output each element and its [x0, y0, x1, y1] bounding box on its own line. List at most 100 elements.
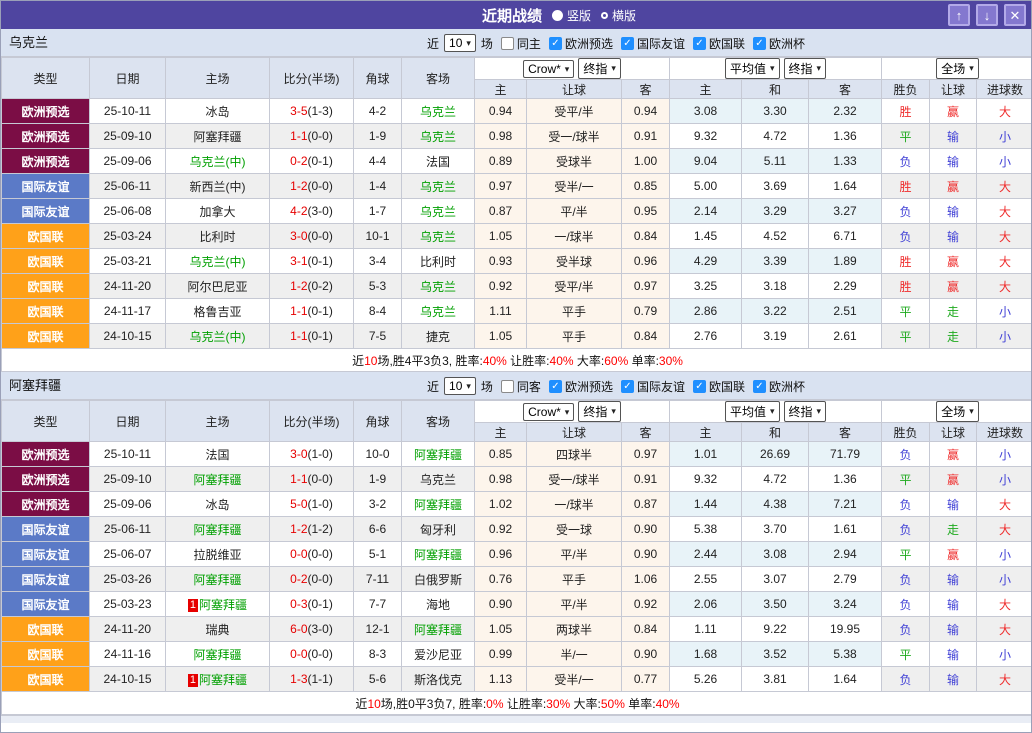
- home-team-cell: 乌克兰(中): [166, 249, 270, 274]
- away-team-name: 捷克: [426, 330, 450, 344]
- average-odds-cell: 5.26: [670, 667, 742, 692]
- odds-cell: 0.97: [622, 274, 670, 299]
- league-filter-checkbox[interactable]: ✓: [693, 37, 706, 50]
- league-filter-checkbox[interactable]: ✓: [549, 380, 562, 393]
- league-filter-checkbox[interactable]: ✓: [753, 380, 766, 393]
- league-filter-checkbox[interactable]: ✓: [693, 380, 706, 393]
- home-team-name: 乌克兰(中): [190, 155, 246, 169]
- result-cell: 平: [882, 299, 930, 324]
- column-header: 主场: [166, 401, 270, 442]
- odds-source-select[interactable]: Crow*▾: [523, 60, 574, 78]
- average-source-select[interactable]: 平均值▾: [725, 58, 780, 79]
- corners-cell: 7-5: [354, 324, 402, 349]
- average-final-select[interactable]: 终指▾: [784, 58, 827, 79]
- result-cell: 大: [977, 224, 1032, 249]
- same-venue-checkbox[interactable]: [501, 380, 514, 393]
- odds-cell: 0.77: [622, 667, 670, 692]
- away-team-name: 阿塞拜疆: [414, 498, 462, 512]
- same-venue-label: 同主: [517, 35, 541, 52]
- league-filter-checkbox[interactable]: ✓: [621, 37, 634, 50]
- average-odds-cell: 9.32: [670, 467, 742, 492]
- corners-cell: 5-1: [354, 542, 402, 567]
- odds-cell: 0.95: [622, 199, 670, 224]
- result-cell: 平: [882, 467, 930, 492]
- move-down-button[interactable]: ↓: [976, 4, 998, 26]
- average-source-select[interactable]: 平均值▾: [725, 401, 780, 422]
- full-time-score: 3-0: [290, 447, 307, 461]
- away-team-name: 乌克兰: [420, 280, 456, 294]
- home-team-name: 冰岛: [205, 105, 229, 119]
- full-match-select[interactable]: 全场▾: [936, 401, 979, 422]
- odds-cell: 0.91: [622, 124, 670, 149]
- result-cell: 大: [977, 592, 1032, 617]
- away-team-cell: 乌克兰: [402, 274, 475, 299]
- result-cell: 赢: [930, 467, 977, 492]
- match-count-select[interactable]: 10▾: [444, 377, 476, 395]
- home-team-cell: 冰岛: [166, 99, 270, 124]
- home-team-name: 阿塞拜疆: [193, 523, 241, 537]
- odds-cell: 一/球半: [527, 492, 622, 517]
- average-odds-cell: 1.45: [670, 224, 742, 249]
- home-team-cell: 新西兰(中): [166, 174, 270, 199]
- result-cell: 大: [977, 249, 1032, 274]
- result-cell: 负: [882, 592, 930, 617]
- average-odds-cell: 3.08: [670, 99, 742, 124]
- away-team-cell: 阿塞拜疆: [402, 492, 475, 517]
- match-row: 欧国联24-11-16阿塞拜疆0-0(0-0)8-3爱沙尼亚0.99半/一0.9…: [2, 642, 1032, 667]
- view-mode-vertical-radio[interactable]: 竖版: [552, 7, 591, 24]
- same-venue-checkbox[interactable]: [501, 37, 514, 50]
- average-odds-cell: 2.14: [670, 199, 742, 224]
- odds-cell: 受平/半: [527, 274, 622, 299]
- result-cell: 小: [977, 299, 1032, 324]
- score-cell: 1-1(0-0): [270, 124, 354, 149]
- odds-source-select[interactable]: Crow*▾: [523, 403, 574, 421]
- score-cell: 1-2(0-2): [270, 274, 354, 299]
- close-button[interactable]: ✕: [1004, 4, 1026, 26]
- score-cell: 3-0(1-0): [270, 442, 354, 467]
- odds-final-select[interactable]: 终指▾: [578, 401, 621, 422]
- result-cell: 输: [930, 667, 977, 692]
- odds-cell: 受半/一: [527, 174, 622, 199]
- view-mode-horizontal-radio[interactable]: 横版: [601, 7, 636, 24]
- result-cell: 小: [977, 542, 1032, 567]
- chevron-down-icon: ▾: [611, 63, 616, 74]
- odds-group-header: Crow*▾终指▾: [475, 58, 670, 80]
- filter-near-label: 近: [427, 35, 439, 52]
- chevron-down-icon: ▾: [466, 381, 471, 392]
- odds-cell: 平手: [527, 567, 622, 592]
- away-team-name: 乌克兰: [420, 105, 456, 119]
- average-odds-cell: 9.22: [742, 617, 809, 642]
- score-cell: 1-1(0-1): [270, 324, 354, 349]
- full-match-select[interactable]: 全场▾: [936, 58, 979, 79]
- home-team-cell: 阿塞拜疆: [166, 467, 270, 492]
- summary-row: 近10场,胜4平3负3, 胜率:40% 让胜率:40% 大率:60% 单率:30…: [2, 349, 1032, 372]
- league-badge: 欧国联: [2, 324, 90, 349]
- result-cell: 平: [882, 124, 930, 149]
- average-odds-cell: 9.32: [670, 124, 742, 149]
- odds-cell: 0.97: [622, 442, 670, 467]
- match-count-select[interactable]: 10▾: [444, 34, 476, 52]
- odds-cell: 四球半: [527, 442, 622, 467]
- score-cell: 3-0(0-0): [270, 224, 354, 249]
- league-filter-checkbox[interactable]: ✓: [621, 380, 634, 393]
- league-badge: 欧国联: [2, 224, 90, 249]
- home-team-name: 阿尔巴尼亚: [187, 280, 247, 294]
- sub-column-header: 进球数: [977, 80, 1032, 99]
- column-header: 类型: [2, 401, 90, 442]
- odds-cell: 受半球: [527, 249, 622, 274]
- league-badge: 欧洲预选: [2, 99, 90, 124]
- match-row: 欧国联24-11-17格鲁吉亚1-1(0-1)8-4乌克兰1.11平手0.792…: [2, 299, 1032, 324]
- odds-final-select[interactable]: 终指▾: [578, 58, 621, 79]
- average-odds-cell: 3.07: [742, 567, 809, 592]
- league-filter-checkbox[interactable]: ✓: [753, 37, 766, 50]
- odds-cell: 0.92: [475, 517, 527, 542]
- average-final-select[interactable]: 终指▾: [784, 401, 827, 422]
- move-up-button[interactable]: ↑: [948, 4, 970, 26]
- result-cell: 负: [882, 442, 930, 467]
- league-filter-checkbox[interactable]: ✓: [549, 37, 562, 50]
- home-team-name: 新西兰(中): [190, 180, 246, 194]
- average-odds-cell: 1.89: [809, 249, 882, 274]
- result-cell: 赢: [930, 174, 977, 199]
- date-cell: 24-11-20: [90, 617, 166, 642]
- half-time-score: (0-1): [308, 304, 333, 318]
